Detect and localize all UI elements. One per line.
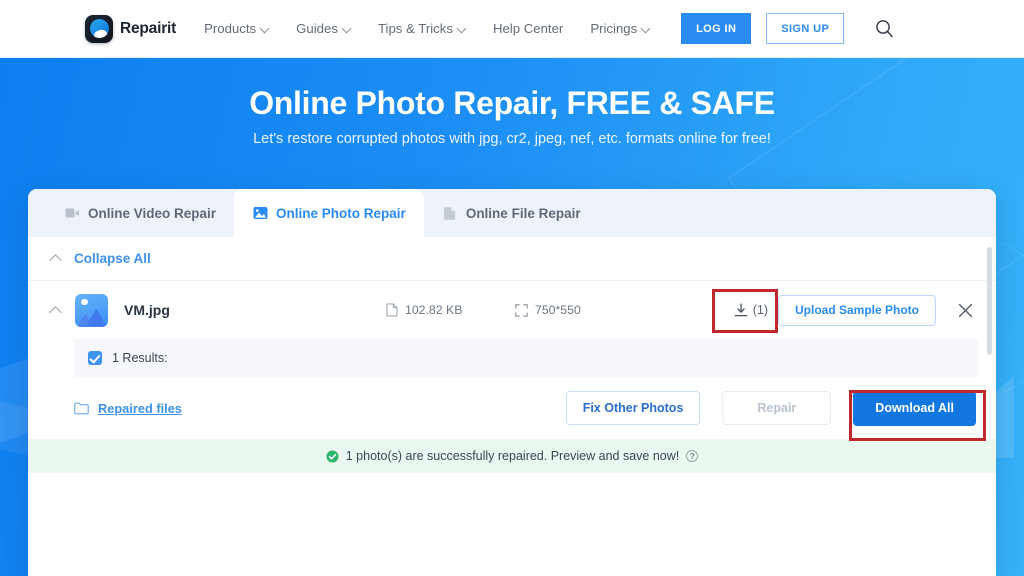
tab-label: Online Video Repair [88,205,217,221]
chevron-down-icon [343,25,351,33]
chevron-up-icon[interactable] [50,305,61,316]
nav-item-tips-tricks[interactable]: Tips & Tricks [378,21,466,36]
download-file-button[interactable]: (1) [724,296,778,325]
nav-label-products: Products [204,21,257,36]
nav-label-tips-tricks: Tips & Tricks [377,21,453,36]
nav-label-help-center: Help Center [492,21,564,36]
image-thumbnail-icon [75,293,108,327]
brand-logo[interactable]: Repairit [85,14,177,43]
chevron-up-icon[interactable] [50,253,61,264]
download-icon [734,303,747,316]
image-icon [252,205,268,221]
file-size: 102.82 KB [386,303,462,317]
page-root: Repairit Products Guides Tips & Tricks H… [0,0,1024,576]
nav-links: Products Guides Tips & Tricks Help Cente… [204,21,650,36]
nav-item-guides[interactable]: Guides [296,21,351,36]
repairit-logo-icon [85,14,113,43]
download-count: (1) [752,303,768,317]
repaired-files-label: Repaired files [98,400,182,416]
tab-online-file-repair[interactable]: Online File Repair [424,189,599,237]
file-dimensions: 750*550 [515,303,581,317]
nav-item-pricings[interactable]: Pricings [590,21,650,36]
collapse-all-row[interactable]: Collapse All [28,237,996,281]
resize-icon [515,303,528,317]
file-size-value: 102.82 KB [405,303,463,317]
signup-button[interactable]: SIGN UP [766,13,845,44]
video-camera-icon [64,205,80,221]
nav-item-help-center[interactable]: Help Center [493,21,563,36]
results-row: 1 Results: [74,339,978,377]
nav-label-guides: Guides [296,21,338,36]
repair-panel: Online Video Repair Online Photo Repair [28,189,996,576]
tab-online-video-repair[interactable]: Online Video Repair [46,189,234,237]
nav-label-pricings: Pricings [590,21,638,36]
success-banner: 1 photo(s) are successfully repaired. Pr… [28,439,996,473]
chevron-down-icon [642,25,650,33]
fix-other-photos-button[interactable]: Fix Other Photos [565,391,701,425]
tab-label: Online Photo Repair [276,205,406,221]
nav-item-products[interactable]: Products [204,21,269,36]
tab-online-photo-repair[interactable]: Online Photo Repair [234,189,424,237]
collapse-all-label[interactable]: Collapse All [74,251,151,266]
chevron-down-icon [261,25,269,33]
success-message: 1 photo(s) are successfully repaired. Pr… [345,449,680,463]
success-check-icon [326,450,339,462]
login-button[interactable]: LOG IN [681,13,752,44]
results-label: 1 Results: [112,351,168,365]
results-checkbox[interactable] [88,351,102,365]
close-icon[interactable] [952,297,978,323]
file-icon [442,205,458,221]
action-bar: Repaired files Fix Other Photos Repair D… [28,377,996,439]
search-icon[interactable] [875,19,894,38]
page-subtitle: Let's restore corrupted photos with jpg,… [253,131,771,147]
tab-bar: Online Video Repair Online Photo Repair [28,189,996,237]
file-row: VM.jpg 102.82 KB 750*550 (1) Upload Samp… [28,281,996,339]
help-icon[interactable]: ? [686,450,699,462]
file-row-actions: (1) Upload Sample Photo [724,294,978,326]
top-navbar: Repairit Products Guides Tips & Tricks H… [0,0,1024,58]
folder-icon [74,402,89,414]
download-all-button[interactable]: Download All [853,390,976,426]
action-buttons: Fix Other Photos Repair Download All [565,390,976,426]
repair-button: Repair [722,391,832,425]
panel-scrollbar[interactable] [987,247,992,355]
file-icon [386,303,398,317]
page-title: Online Photo Repair, FREE & SAFE [249,85,775,121]
upload-sample-photo-button[interactable]: Upload Sample Photo [777,294,936,326]
brand-name: Repairit [120,19,177,37]
chevron-down-icon [458,25,466,33]
nav-actions: LOG IN SIGN UP [681,13,894,44]
repaired-files-link[interactable]: Repaired files [74,401,182,416]
file-dimensions-value: 750*550 [535,303,581,317]
file-name: VM.jpg [124,302,170,318]
tab-label: Online File Repair [465,205,581,221]
